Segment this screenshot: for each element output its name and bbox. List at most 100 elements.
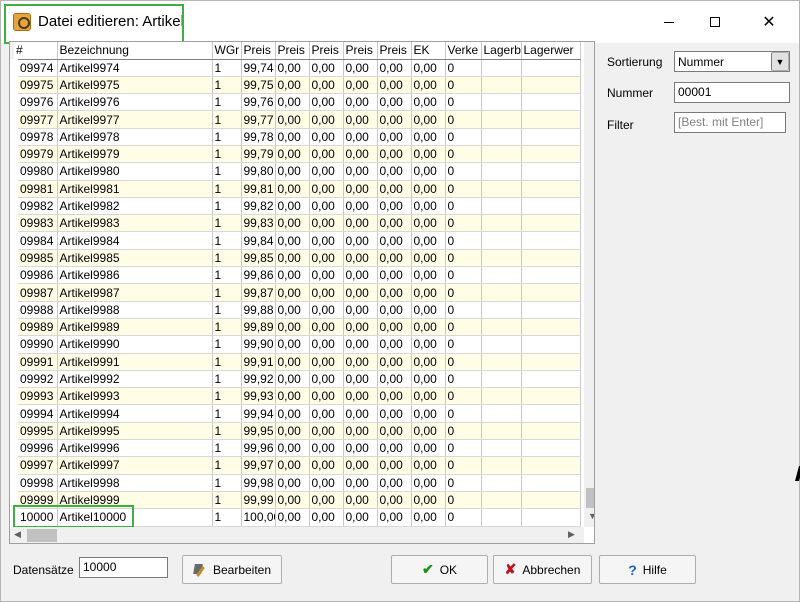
table-cell[interactable]: 0,00	[343, 76, 378, 95]
table-cell[interactable]: Artikel9976	[57, 93, 213, 112]
table-cell[interactable]: 1	[212, 110, 242, 129]
table-cell[interactable]: 0,00	[309, 266, 344, 285]
table-cell[interactable]: 0	[445, 404, 482, 423]
table-row[interactable]: 09975 Artikel9975 1 99,75 0,00 0,00 0,00 0,00 0,…	[10, 76, 581, 95]
table-row[interactable]: 09989 Artikel9989 1 99,89 0,00 0,00 0,00 0,00 0,…	[10, 318, 581, 337]
table-row[interactable]: 09979 Artikel9979 1 99,79 0,00 0,00 0,00 0,00 0,…	[10, 145, 581, 164]
table-cell[interactable]: 0,00	[275, 353, 310, 371]
table-cell[interactable]: 0	[445, 353, 482, 371]
table-cell[interactable]: 0,00	[275, 474, 310, 492]
table-cell[interactable]: 0,00	[309, 283, 344, 302]
table-cell[interactable]: 0,00	[309, 93, 344, 112]
column-header[interactable]: Verke	[445, 42, 482, 60]
table-cell[interactable]: 1	[212, 249, 242, 268]
table-row[interactable]: 09980 Artikel9980 1 99,80 0,00 0,00 0,00 0,00 0,…	[10, 162, 581, 181]
table-cell[interactable]	[481, 456, 522, 475]
table-cell[interactable]: Artikel9993	[57, 387, 213, 406]
table-cell[interactable]: 0,00	[377, 266, 412, 285]
table-cell[interactable]: 0	[445, 474, 482, 492]
table-cell[interactable]: 0,00	[309, 491, 344, 510]
table-cell[interactable]: 09980	[10, 162, 58, 181]
table-cell[interactable]: 09993	[10, 387, 58, 406]
table-cell[interactable]: 0,00	[275, 301, 310, 319]
table-cell[interactable]	[481, 404, 522, 423]
table-cell[interactable]: 0,00	[411, 474, 446, 492]
table-cell[interactable]: Artikel9977	[57, 110, 213, 129]
table-cell[interactable]: 0,00	[275, 283, 310, 302]
table-cell[interactable]: 1	[212, 93, 242, 112]
column-header[interactable]: Bezeichnung	[57, 42, 213, 60]
table-cell[interactable]: 0,00	[377, 353, 412, 371]
table-row[interactable]: 09978 Artikel9978 1 99,78 0,00 0,00 0,00 0,00 0,…	[10, 128, 581, 146]
table-cell[interactable]	[481, 197, 522, 216]
table-cell[interactable]: Artikel9992	[57, 370, 213, 389]
table-cell[interactable]: 0,00	[343, 491, 378, 510]
horizontal-scroll-thumb[interactable]	[27, 529, 57, 542]
table-cell[interactable]: 0,00	[275, 214, 310, 233]
table-cell[interactable]: 99,80	[241, 162, 276, 181]
table-cell[interactable]: 99,79	[241, 145, 276, 164]
table-cell[interactable]: 0,00	[275, 249, 310, 268]
table-cell[interactable]: 0	[445, 214, 482, 233]
table-cell[interactable]	[481, 491, 522, 510]
table-cell[interactable]: 0,00	[343, 387, 378, 406]
table-cell[interactable]	[521, 387, 581, 406]
table-cell[interactable]: 0,00	[377, 180, 412, 198]
table-cell[interactable]: 0,00	[411, 508, 446, 527]
table-cell[interactable]: 0,00	[377, 301, 412, 319]
table-row[interactable]: 09982 Artikel9982 1 99,82 0,00 0,00 0,00 0,00 0,…	[10, 197, 581, 216]
table-cell[interactable]	[481, 231, 522, 250]
table-cell[interactable]: Artikel9994	[57, 404, 213, 423]
filter-input[interactable]: [Best. mit Enter]	[674, 112, 786, 133]
table-cell[interactable]: 0,00	[275, 266, 310, 285]
table-cell[interactable]: 09983	[10, 214, 58, 233]
table-cell[interactable]	[521, 110, 581, 129]
table-cell[interactable]: 99,78	[241, 128, 276, 146]
table-cell[interactable]: 0	[445, 162, 482, 181]
table-cell[interactable]: 0,00	[309, 231, 344, 250]
table-cell[interactable]: 0,00	[411, 76, 446, 95]
horizontal-scrollbar[interactable]: ◀ ▶	[10, 527, 584, 543]
table-cell[interactable]: 0,00	[411, 197, 446, 216]
table-cell[interactable]: Artikel9979	[57, 145, 213, 164]
table-cell[interactable]	[521, 266, 581, 285]
table-cell[interactable]	[481, 93, 522, 112]
article-grid[interactable]: # Bezeichnung WGr Preis Preis Preis Preis Preis…	[9, 41, 595, 544]
table-cell[interactable]: 0,00	[275, 404, 310, 423]
table-row[interactable]: 09998 Artikel9998 1 99,98 0,00 0,00 0,00 0,00 0,…	[10, 474, 581, 492]
table-cell[interactable]	[481, 370, 522, 389]
table-row[interactable]: 09977 Artikel9977 1 99,77 0,00 0,00 0,00 0,00 0,…	[10, 110, 581, 129]
table-cell[interactable]: 09994	[10, 404, 58, 423]
table-cell[interactable]: 0	[445, 335, 482, 354]
table-row[interactable]: 09974 Artikel9974 1 99,74 0,00 0,00 0,00 0,00 0,…	[10, 59, 581, 77]
table-cell[interactable]: 0	[445, 145, 482, 164]
table-cell[interactable]: 0,00	[377, 318, 412, 337]
table-cell[interactable]	[481, 474, 522, 492]
table-cell[interactable]: 1	[212, 231, 242, 250]
table-cell[interactable]	[481, 249, 522, 268]
table-cell[interactable]: 0,00	[275, 162, 310, 181]
table-cell[interactable]: 0,00	[309, 214, 344, 233]
table-cell[interactable]: 0,00	[343, 110, 378, 129]
table-cell[interactable]: Artikel9990	[57, 335, 213, 354]
table-cell[interactable]: 1	[212, 422, 242, 441]
table-cell[interactable]: 0,00	[411, 93, 446, 112]
table-cell[interactable]	[521, 491, 581, 510]
table-cell[interactable]: Artikel9981	[57, 180, 213, 198]
table-cell[interactable]	[481, 145, 522, 164]
table-cell[interactable]: 0,00	[377, 404, 412, 423]
table-cell[interactable]: 0	[445, 318, 482, 337]
table-cell[interactable]: 0	[445, 370, 482, 389]
table-cell[interactable]: 1	[212, 404, 242, 423]
article-table[interactable]: # Bezeichnung WGr Preis Preis Preis Preis Preis…	[10, 42, 581, 527]
table-cell[interactable]	[521, 197, 581, 216]
table-cell[interactable]: 0	[445, 456, 482, 475]
table-cell[interactable]: 99,91	[241, 353, 276, 371]
table-cell[interactable]	[521, 456, 581, 475]
table-row[interactable]: 09994 Artikel9994 1 99,94 0,00 0,00 0,00 0,00 0,…	[10, 404, 581, 423]
table-row[interactable]: 09984 Artikel9984 1 99,84 0,00 0,00 0,00 0,00 0,…	[10, 231, 581, 250]
table-cell[interactable]: 0,00	[343, 439, 378, 458]
table-cell[interactable]	[521, 145, 581, 164]
table-cell[interactable]: 0,00	[343, 353, 378, 371]
close-button[interactable]: ✕	[746, 1, 792, 43]
